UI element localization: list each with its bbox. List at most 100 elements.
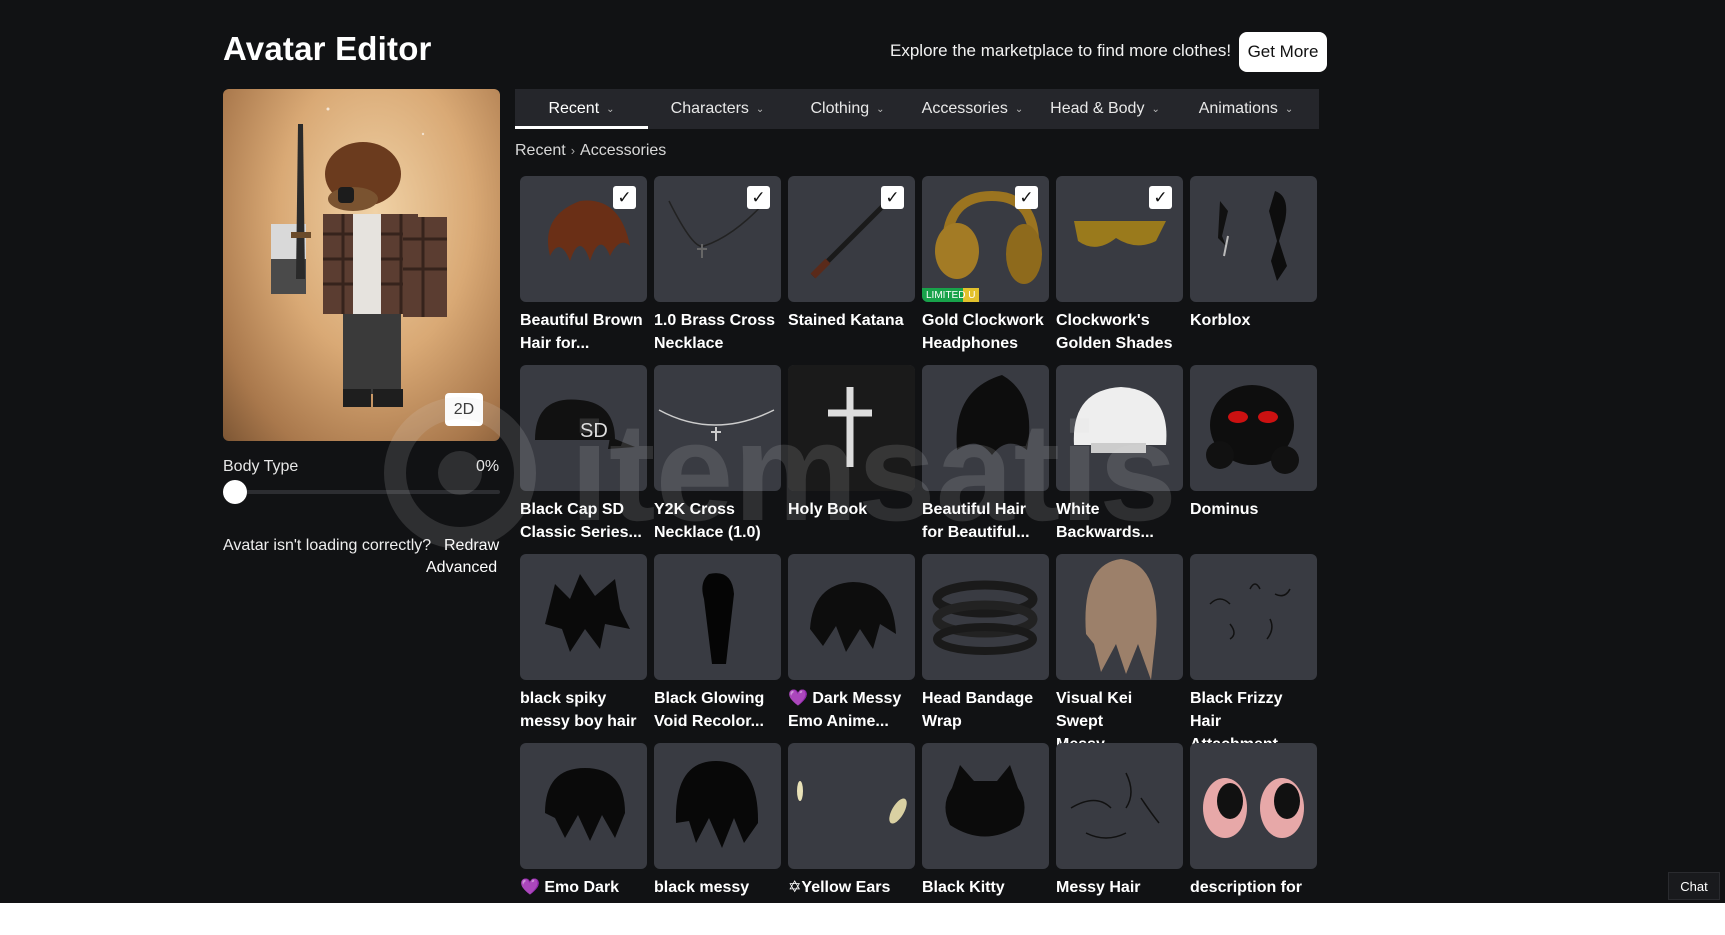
item-name: black spiky messy boy hair [520, 690, 637, 730]
eyes-icon [1203, 778, 1304, 838]
dominus-icon [1206, 385, 1299, 474]
chevron-down-icon: ⌄ [1151, 103, 1160, 115]
item-name: White Backwards... [1056, 501, 1154, 541]
body-type-slider-track[interactable] [234, 490, 500, 494]
limited-badge: LIMITED U [922, 288, 980, 302]
page-title: Avatar Editor [223, 30, 432, 67]
advanced-link[interactable]: Advanced [426, 559, 497, 577]
marketplace-promo-text: Explore the marketplace to find more clo… [890, 41, 1232, 60]
item-thumbnail[interactable] [1190, 365, 1317, 491]
messy-hair-icon [810, 582, 896, 652]
tab-accessories[interactable]: Accessories ⌄ [908, 89, 1037, 129]
tab-animations[interactable]: Animations ⌄ [1173, 89, 1319, 129]
chat-button[interactable]: Chat [1668, 872, 1720, 900]
cap-icon: SD [535, 399, 635, 449]
black-hair-icon [956, 375, 1030, 455]
spiky-hair-icon [545, 574, 630, 652]
view-2d-toggle-button[interactable]: 2D [445, 393, 483, 426]
messy-strands-icon [1070, 772, 1160, 839]
item-name: Black Glowing Void Recolor... [654, 690, 765, 730]
item-name: description for [1190, 879, 1303, 896]
item-thumbnail[interactable] [520, 554, 647, 680]
breadcrumb-recent[interactable]: Recent [515, 142, 566, 159]
item-name: Beautiful Brown Hair for... [520, 312, 643, 352]
checkmark-icon: ✓ [1015, 186, 1038, 209]
svg-text:SD: SD [580, 420, 608, 442]
item-thumbnail[interactable] [1190, 743, 1317, 869]
checkmark-icon: ✓ [881, 186, 904, 209]
bottom-strip [0, 903, 1725, 935]
item-name: Y2K Cross Necklace (1.0) [654, 501, 761, 541]
category-tabs: Recent ⌄ Characters ⌄ Clothing ⌄ Accessorie… [515, 89, 1319, 129]
item-name: Dominus [1190, 501, 1259, 518]
item-thumbnail[interactable] [654, 743, 781, 869]
item-name: 💜 Dark Messy Emo Anime... [788, 690, 902, 730]
avatar-loading-message: Avatar isn't loading correctly? [223, 537, 432, 554]
item-name: Holy Book [788, 501, 868, 518]
tab-characters[interactable]: Characters ⌄ [648, 89, 787, 129]
item-name: Black Cap SD Classic Series... [520, 501, 642, 541]
black-messy-hair-icon [675, 761, 759, 848]
item-name: Beautiful Hair for Beautiful... [922, 501, 1030, 541]
emo-hair-icon [545, 768, 625, 841]
redraw-link[interactable]: Redraw [444, 537, 499, 555]
korblox-icon [1218, 191, 1287, 281]
body-type-slider-thumb[interactable] [223, 480, 247, 504]
body-type-value: 0% [476, 458, 500, 475]
chevron-down-icon: ⌄ [876, 103, 885, 115]
item-name: Black Kitty Beret [922, 879, 1005, 903]
bandage-icon [932, 580, 1038, 655]
void-icon [702, 573, 734, 664]
item-name: 1.0 Brass Cross Necklace [654, 312, 775, 352]
item-thumbnail[interactable] [788, 743, 915, 869]
chevron-down-icon: ⌄ [1014, 103, 1024, 115]
tab-head-body[interactable]: Head & Body ⌄ [1037, 89, 1173, 129]
checkmark-icon: ✓ [747, 186, 770, 209]
item-name: ✡Yellow Ears [788, 879, 891, 896]
item-thumbnail[interactable] [654, 365, 781, 491]
chevron-down-icon: ⌄ [755, 103, 765, 115]
item-name: Korblox [1190, 312, 1251, 329]
item-name: Head Bandage Wrap [922, 690, 1034, 730]
chevron-right-icon: › [570, 143, 576, 158]
breadcrumb-accessories[interactable]: Accessories [580, 142, 666, 159]
body-type-label: Body Type [223, 458, 299, 475]
tab-recent[interactable]: Recent ⌄ [515, 89, 648, 129]
kitty-beret-icon [945, 765, 1025, 837]
item-thumbnail[interactable] [1056, 554, 1183, 680]
item-thumbnail[interactable] [654, 554, 781, 680]
avatar-preview[interactable] [223, 89, 500, 441]
item-thumbnail[interactable]: SD [520, 365, 647, 491]
item-name: 💜 Emo Dark [520, 879, 620, 896]
tab-clothing[interactable]: Clothing ⌄ [787, 89, 908, 129]
avatar-figure-icon [271, 107, 447, 407]
item-name: Messy Hair [1056, 879, 1141, 896]
swept-hair-icon [1085, 559, 1157, 680]
item-thumbnail[interactable] [520, 743, 647, 869]
chevron-down-icon: ⌄ [606, 103, 615, 115]
item-thumbnail[interactable] [1056, 365, 1183, 491]
item-thumbnail[interactable] [922, 743, 1049, 869]
item-thumbnail[interactable] [1190, 554, 1317, 680]
get-more-button[interactable]: Get More [1239, 32, 1327, 72]
avatar-editor-page: Avatar Editor Explore the marketplace to… [0, 0, 1725, 903]
white-cap-icon [1073, 387, 1167, 453]
item-name: Stained Katana [788, 312, 904, 329]
frizzy-hair-icon [1209, 583, 1291, 640]
item-thumbnail[interactable] [922, 365, 1049, 491]
item-thumbnail[interactable] [922, 554, 1049, 680]
item-thumbnail[interactable] [1190, 176, 1317, 302]
item-thumbnail[interactable] [788, 365, 915, 491]
y2k-necklace-icon [658, 409, 775, 441]
checkmark-icon: ✓ [613, 186, 636, 209]
breadcrumb: Recent › Accessories [515, 142, 666, 160]
item-name: black messy [654, 879, 750, 896]
checkmark-icon: ✓ [1149, 186, 1172, 209]
item-name: Gold Clockwork Headphones [922, 312, 1044, 352]
yellow-ears-icon [797, 781, 907, 824]
holy-book-icon [788, 365, 915, 491]
item-thumbnail[interactable] [1056, 743, 1183, 869]
chevron-down-icon: ⌄ [1284, 103, 1294, 115]
item-name: Clockwork's Golden Shades [1056, 312, 1173, 352]
item-thumbnail[interactable] [788, 554, 915, 680]
